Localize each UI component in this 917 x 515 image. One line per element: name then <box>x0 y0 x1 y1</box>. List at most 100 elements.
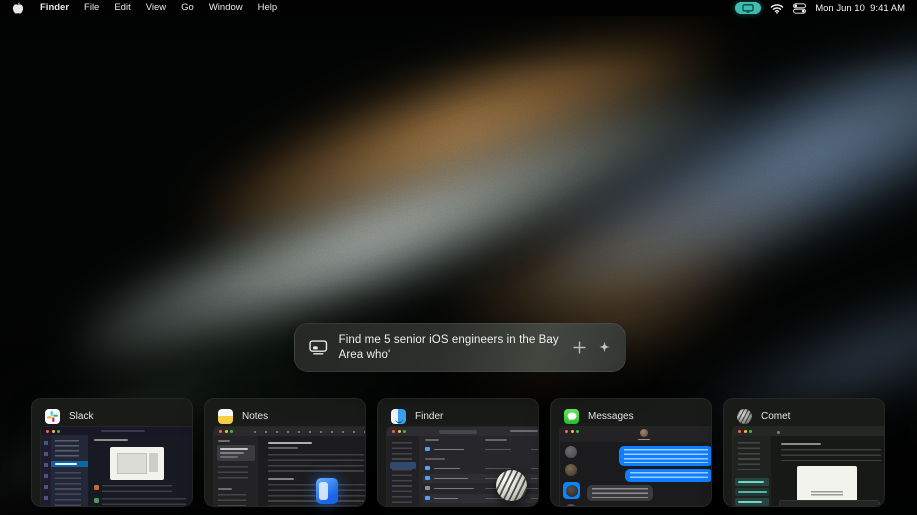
notes-selected-date <box>220 456 238 458</box>
finder-group-label <box>425 458 445 460</box>
menu-finder[interactable]: Finder <box>40 0 69 16</box>
comet-icon <box>737 409 752 424</box>
messages-blue-bubble-3 <box>633 506 712 507</box>
messages-selected-conversation <box>563 482 580 499</box>
slack-message-text-2 <box>102 498 186 506</box>
messages-chat-pane <box>583 442 712 507</box>
comet-content-pane <box>771 436 885 507</box>
traffic-lights <box>392 430 406 433</box>
notes-card-header: Notes <box>205 399 365 427</box>
finder-sidebar <box>387 436 419 507</box>
menu-file[interactable]: File <box>84 0 99 16</box>
prompt-input[interactable]: Find me 5 senior iOS engineers in the Ba… <box>339 333 562 362</box>
apple-menu[interactable] <box>12 1 24 15</box>
comet-label: Comet <box>761 411 790 422</box>
slack-searchbar <box>101 430 145 432</box>
comet-toolbar <box>733 427 885 436</box>
slack-rail <box>41 435 51 507</box>
menu-bar-clock[interactable]: Mon Jun 10 9:41 AM <box>815 3 905 14</box>
slack-dm-list <box>55 472 81 507</box>
comet-sidebar <box>733 436 771 507</box>
prompt-bar[interactable]: Find me 5 senior iOS engineers in the Ba… <box>294 323 626 372</box>
notes-section-label-2 <box>218 488 232 490</box>
slack-icon <box>45 409 60 424</box>
messages-avatar <box>565 446 577 458</box>
app-previews-row: Slack <box>0 398 917 515</box>
slack-avatar-2 <box>94 498 99 503</box>
app-preview-notes[interactable]: Notes <box>204 398 366 507</box>
menu-edit[interactable]: Edit <box>114 0 130 16</box>
messages-titlebar <box>560 427 712 442</box>
comet-paragraph <box>781 449 881 461</box>
comet-embedded-image <box>797 466 857 504</box>
finder-statusbar <box>423 506 539 507</box>
traffic-lights <box>565 430 579 433</box>
wifi-icon[interactable] <box>770 3 784 14</box>
menu-view[interactable]: View <box>146 0 166 16</box>
slack-logo-glyph <box>46 410 59 423</box>
finder-row <box>423 464 539 473</box>
menu-help[interactable]: Help <box>258 0 278 16</box>
app-preview-messages[interactable]: Messages <box>550 398 712 507</box>
notes-selected-title <box>220 448 248 450</box>
finder-sidebar-selected <box>390 462 416 469</box>
app-preview-comet[interactable]: Comet <box>723 398 885 507</box>
control-center-icon[interactable] <box>793 3 806 14</box>
comet-card-header: Comet <box>724 399 884 427</box>
screen-sharing-indicator[interactable] <box>735 2 761 14</box>
messages-avatar-2 <box>565 464 577 476</box>
messages-label: Messages <box>588 411 634 422</box>
sparkle-icon[interactable] <box>598 341 611 354</box>
messages-conversation-list <box>560 442 583 507</box>
blue-app-icon[interactable] <box>316 478 338 504</box>
menu-window[interactable]: Window <box>209 0 243 16</box>
notes-editor <box>258 436 366 507</box>
comet-window-preview <box>733 427 885 507</box>
slack-sidebar <box>51 435 88 507</box>
slack-avatar <box>94 485 99 490</box>
finder-window-title <box>439 430 477 434</box>
prompt-actions <box>573 341 611 354</box>
notes-note-title <box>268 442 312 444</box>
comet-page-heading <box>781 443 821 445</box>
messages-blue-bubble <box>619 446 712 466</box>
comet-highlight-text <box>738 481 764 483</box>
notes-note-date <box>268 447 298 449</box>
screen-icon <box>309 339 328 356</box>
notes-sidebar <box>214 436 258 507</box>
comet-input-bar <box>779 500 880 507</box>
notes-section-label <box>218 440 230 442</box>
messages-gray-bubble <box>587 485 653 501</box>
notes-icon <box>218 409 233 424</box>
menu-go[interactable]: Go <box>181 0 194 16</box>
apple-icon <box>12 1 24 15</box>
slack-titlebar <box>41 427 193 435</box>
finder-icon <box>391 409 406 424</box>
plus-icon[interactable] <box>573 341 586 354</box>
finder-row <box>423 445 539 454</box>
messages-contact-avatar <box>640 429 648 437</box>
status-area: Mon Jun 10 9:41 AM <box>735 2 905 14</box>
comet-sphere-icon[interactable] <box>496 470 527 501</box>
slack-selected-channel <box>51 461 88 467</box>
notes-heading <box>268 478 294 480</box>
notes-list-item <box>218 466 248 480</box>
slack-message-pane <box>88 435 193 507</box>
messages-contact-name <box>638 439 650 440</box>
traffic-lights <box>46 430 60 433</box>
comet-highlight-row-2 <box>735 488 769 496</box>
messages-card-header: Messages <box>551 399 711 427</box>
notes-label: Notes <box>242 411 268 422</box>
traffic-lights <box>738 430 752 433</box>
notes-paragraph <box>268 454 364 474</box>
app-preview-slack[interactable]: Slack <box>31 398 193 507</box>
comet-sidebar-items <box>738 442 760 470</box>
finder-sidebar-items <box>392 442 412 507</box>
finder-titlebar <box>387 427 539 436</box>
comet-highlight-text-2 <box>738 491 767 493</box>
messages-icon <box>564 409 579 424</box>
finder-column-name <box>425 439 439 441</box>
comet-tab-icon <box>777 431 780 434</box>
comet-highlight-row <box>735 478 769 486</box>
chat-bubble-glyph <box>567 412 577 421</box>
